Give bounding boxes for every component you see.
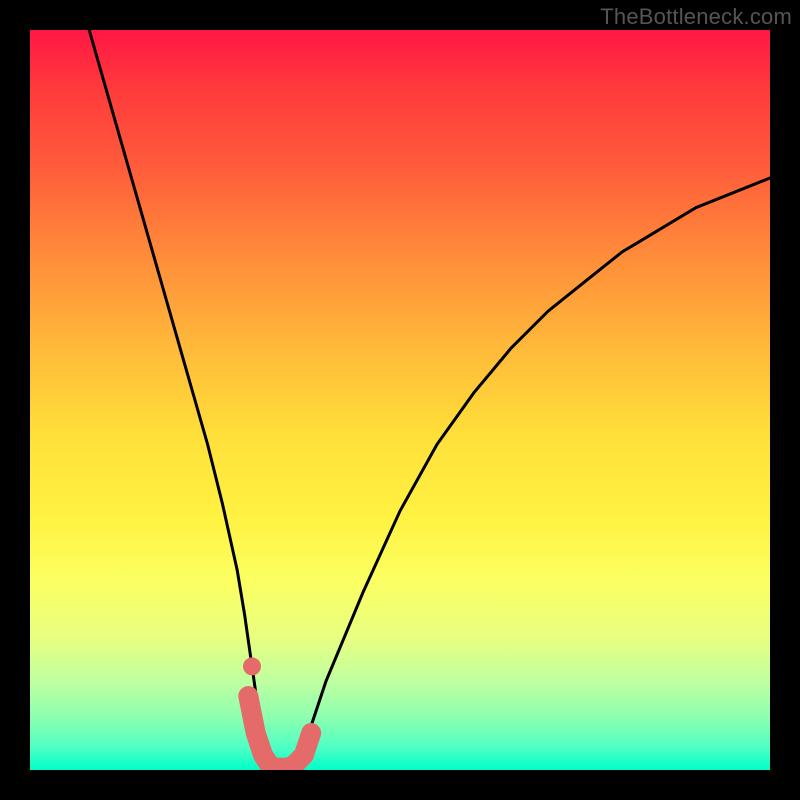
chart-frame: TheBottleneck.com	[0, 0, 800, 800]
highlight-segment	[248, 696, 311, 768]
highlight-dot	[243, 657, 261, 675]
watermark-label: TheBottleneck.com	[600, 4, 792, 30]
bottleneck-curve	[89, 30, 770, 770]
plot-area	[30, 30, 770, 770]
curve-svg	[30, 30, 770, 770]
